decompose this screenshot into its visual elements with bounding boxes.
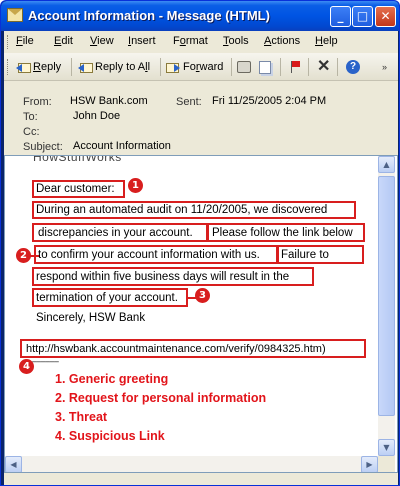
- sent-label: Sent:: [176, 96, 202, 108]
- print-icon: [237, 61, 251, 73]
- annotation-marker-2: 2: [16, 248, 31, 263]
- delete-icon: ✕: [317, 58, 331, 75]
- minimize-button[interactable]: _: [330, 6, 351, 27]
- reply-label: Reply: [33, 61, 62, 73]
- print-button[interactable]: [237, 59, 251, 75]
- toolbar-separator: [280, 58, 281, 76]
- reply-all-icon: [78, 61, 93, 73]
- menu-edit[interactable]: Edit: [54, 35, 73, 47]
- toolbar-overflow-button[interactable]: »: [382, 59, 387, 75]
- menu-actions[interactable]: Actions: [264, 35, 300, 47]
- line-2-highlight-box: [32, 223, 208, 242]
- toolbar-separator: [308, 58, 309, 76]
- toolbar-separator: [160, 58, 161, 76]
- menu-tools[interactable]: Tools: [223, 35, 249, 47]
- message-header: From: HSW Bank.com Sent: Fri 11/25/2005 …: [4, 81, 398, 155]
- toolbar-separator: [337, 58, 338, 76]
- forward-icon: [166, 61, 180, 73]
- menu-help[interactable]: Help: [315, 35, 338, 47]
- menu-view[interactable]: View: [90, 35, 114, 47]
- reply-all-label: Reply to All: [95, 61, 151, 73]
- from-value[interactable]: HSW Bank.com: [70, 95, 148, 107]
- greeting-highlight-box: [32, 180, 125, 198]
- request-highlight-box-b: [34, 245, 278, 264]
- annotation-marker-1: 1: [128, 178, 143, 193]
- copy-icon: [259, 60, 271, 74]
- menu-format[interactable]: Format: [173, 35, 208, 47]
- toolbar-separator: [71, 58, 72, 76]
- toolbar: Reply Reply to All Forward ✕ ? »: [4, 53, 398, 81]
- link-highlight-box: [20, 339, 366, 358]
- delete-button[interactable]: ✕: [317, 59, 330, 75]
- scrollbar-corner: [378, 456, 395, 472]
- flag-icon: [289, 61, 301, 73]
- to-label: To:: [23, 111, 38, 123]
- scroll-left-button[interactable]: ◀: [5, 456, 22, 472]
- forward-label: Forward: [183, 61, 224, 73]
- from-label: From:: [23, 96, 52, 108]
- scroll-thumb[interactable]: [378, 176, 395, 416]
- status-bar: [4, 473, 398, 485]
- close-button[interactable]: ✕: [375, 6, 396, 27]
- threat-highlight-box-b: [32, 267, 314, 286]
- subject-value: Account Information: [73, 140, 171, 152]
- envelope-icon: [7, 8, 23, 22]
- title-bar[interactable]: Account Information - Message (HTML) _ □…: [1, 1, 399, 31]
- help-icon: ?: [346, 60, 360, 74]
- request-highlight-box-a: [207, 223, 365, 242]
- copy-button[interactable]: [259, 59, 271, 75]
- flag-button[interactable]: [289, 59, 301, 75]
- menu-grip[interactable]: [7, 35, 10, 49]
- menu-bar: File Edit View Insert Format Tools Actio…: [4, 31, 398, 53]
- window-title: Account Information - Message (HTML): [28, 8, 270, 23]
- vertical-scrollbar[interactable]: ▲ ▼: [378, 156, 395, 456]
- scroll-up-button[interactable]: ▲: [378, 156, 395, 173]
- forward-button[interactable]: Forward: [166, 59, 223, 75]
- legend-item-1: 1. Generic greeting: [55, 372, 169, 386]
- sent-value: Fri 11/25/2005 2:04 PM: [212, 95, 327, 107]
- legend-item-4: 4. Suspicious Link: [55, 429, 165, 443]
- toolbar-separator: [231, 58, 232, 76]
- legend-item-2: 2. Request for personal information: [55, 391, 267, 405]
- email-window: Account Information - Message (HTML) _ □…: [0, 0, 400, 486]
- maximize-button[interactable]: □: [352, 6, 373, 27]
- menu-insert[interactable]: Insert: [128, 35, 156, 47]
- menu-file[interactable]: File: [16, 35, 34, 47]
- help-button[interactable]: ?: [346, 59, 360, 75]
- threat-highlight-box-a: [277, 245, 364, 264]
- toolbar-grip[interactable]: [7, 59, 10, 75]
- to-value[interactable]: John Doe: [73, 110, 120, 122]
- message-body[interactable]: HowStuffWorks Dear customer: 1 During an…: [4, 155, 398, 473]
- threat-highlight-box-c: [32, 288, 188, 307]
- reply-icon: [16, 61, 31, 73]
- line-1-highlight-box: [32, 201, 356, 219]
- reply-button[interactable]: Reply: [16, 59, 61, 75]
- horizontal-scrollbar[interactable]: ◀ ▶: [5, 456, 378, 472]
- sender-logo: HowStuffWorks: [33, 155, 122, 164]
- signoff-text: Sincerely, HSW Bank: [36, 312, 146, 324]
- annotation-marker-3: 3: [195, 288, 210, 303]
- scroll-down-button[interactable]: ▼: [378, 439, 395, 456]
- annotation-marker-4: 4: [19, 359, 34, 374]
- reply-all-button[interactable]: Reply to All: [78, 59, 150, 75]
- legend-item-3: 3. Threat: [55, 410, 108, 424]
- cc-label: Cc:: [23, 126, 40, 138]
- scroll-right-button[interactable]: ▶: [361, 456, 378, 472]
- chevron-down-icon: »: [382, 62, 388, 72]
- subject-label: Subject:: [23, 141, 63, 153]
